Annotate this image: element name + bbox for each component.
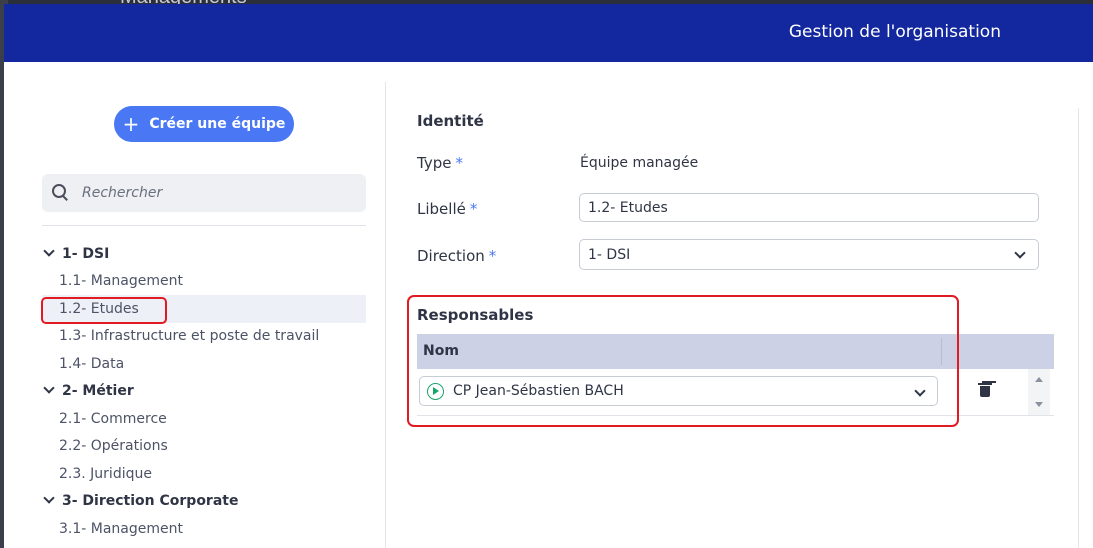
type-label-text: Type <box>417 154 452 172</box>
libelle-label: Libellé * <box>417 200 477 218</box>
tree-group-label: 1- DSI <box>62 245 110 262</box>
play-circle-icon <box>427 382 444 400</box>
libelle-input[interactable]: 1.2- Etudes <box>579 193 1039 222</box>
required-mark: * <box>469 200 478 218</box>
tree-item-label: 1.1- Management <box>59 273 183 290</box>
tree-divider <box>42 225 366 226</box>
organisation-dialog: Gestion de l'organisation + Créer une éq… <box>4 4 1093 548</box>
tree-item-label: 2.2- Opérations <box>59 438 168 455</box>
tree-group-label: 3- Direction Corporate <box>62 493 239 510</box>
direction-value: 1- DSI <box>588 246 631 263</box>
libelle-label-text: Libellé <box>417 200 466 218</box>
chevron-down-icon[interactable] <box>44 494 54 504</box>
tree-item-label: 1.2- Etudes <box>59 300 139 317</box>
direction-label-text: Direction <box>417 247 485 265</box>
tree-item-corporate-management[interactable]: 3.1- Management <box>42 515 366 543</box>
column-header-nom: Nom <box>423 343 459 359</box>
team-tree-pane: + Créer une équipe 1- DSI 1.1- Managemen… <box>4 62 385 548</box>
tree-item-label: 2.1- Commerce <box>59 410 167 427</box>
tree-group-label: 2- Métier <box>62 383 134 400</box>
scroll-down-icon[interactable] <box>1035 402 1043 407</box>
search-icon <box>52 184 70 202</box>
chevron-down-icon[interactable] <box>44 247 54 257</box>
team-tree: 1- DSI 1.1- Management 1.2- Etudes 1.3- … <box>42 240 366 543</box>
type-label: Type * <box>417 154 463 172</box>
tree-item-label: 3.1- Management <box>59 520 183 537</box>
table-row: CP Jean-Sébastien BACH <box>417 369 1054 416</box>
responsable-name: CP Jean-Sébastien BACH <box>453 383 624 399</box>
tree-item-label: 2.3. Juridique <box>59 465 152 482</box>
search-box <box>42 174 366 212</box>
tree-group-metier[interactable]: 2- Métier <box>42 378 366 406</box>
required-mark: * <box>455 154 463 172</box>
tree-item-etudes[interactable]: 1.2- Etudes <box>42 295 366 323</box>
tree-item-operations[interactable]: 2.2- Opérations <box>42 433 366 461</box>
type-value: Équipe managée <box>580 155 699 171</box>
plus-icon: + <box>122 112 140 136</box>
create-team-label: Créer une équipe <box>149 116 286 132</box>
column-divider <box>941 338 942 365</box>
tree-item-infrastructure[interactable]: 1.3- Infrastructure et poste de travail <box>42 323 366 351</box>
tree-item-management[interactable]: 1.1- Management <box>42 268 366 296</box>
tree-item-juridique[interactable]: 2.3. Juridique <box>42 460 366 488</box>
responsable-select[interactable]: CP Jean-Sébastien BACH <box>419 376 938 406</box>
direction-select[interactable]: 1- DSI <box>579 239 1039 270</box>
content-edge <box>1078 108 1079 548</box>
dialog-header: Gestion de l'organisation <box>4 4 1093 62</box>
responsables-table-header: Nom <box>417 334 1054 369</box>
chevron-down-icon <box>1014 247 1026 259</box>
tree-item-label: 1.4- Data <box>59 355 125 372</box>
pane-divider <box>385 82 386 548</box>
row-scrollbar[interactable] <box>1028 369 1050 415</box>
responsables-title: Responsables <box>417 306 534 324</box>
search-input[interactable] <box>80 184 354 202</box>
tree-group-dsi[interactable]: 1- DSI <box>42 240 366 268</box>
tree-item-commerce[interactable]: 2.1- Commerce <box>42 405 366 433</box>
trash-icon[interactable] <box>978 383 992 397</box>
scroll-up-icon[interactable] <box>1035 377 1043 382</box>
direction-label: Direction * <box>417 247 496 265</box>
chevron-down-icon[interactable] <box>44 384 54 394</box>
tree-group-corporate[interactable]: 3- Direction Corporate <box>42 488 366 516</box>
chevron-down-icon <box>914 385 926 397</box>
tree-item-data[interactable]: 1.4- Data <box>42 350 366 378</box>
identity-title: Identité <box>417 112 484 130</box>
libelle-value: 1.2- Etudes <box>588 199 668 216</box>
dialog-title: Gestion de l'organisation <box>788 22 1001 42</box>
tree-item-label: 1.3- Infrastructure et poste de travail <box>59 328 320 345</box>
create-team-button[interactable]: + Créer une équipe <box>114 106 294 142</box>
required-mark: * <box>488 247 497 265</box>
